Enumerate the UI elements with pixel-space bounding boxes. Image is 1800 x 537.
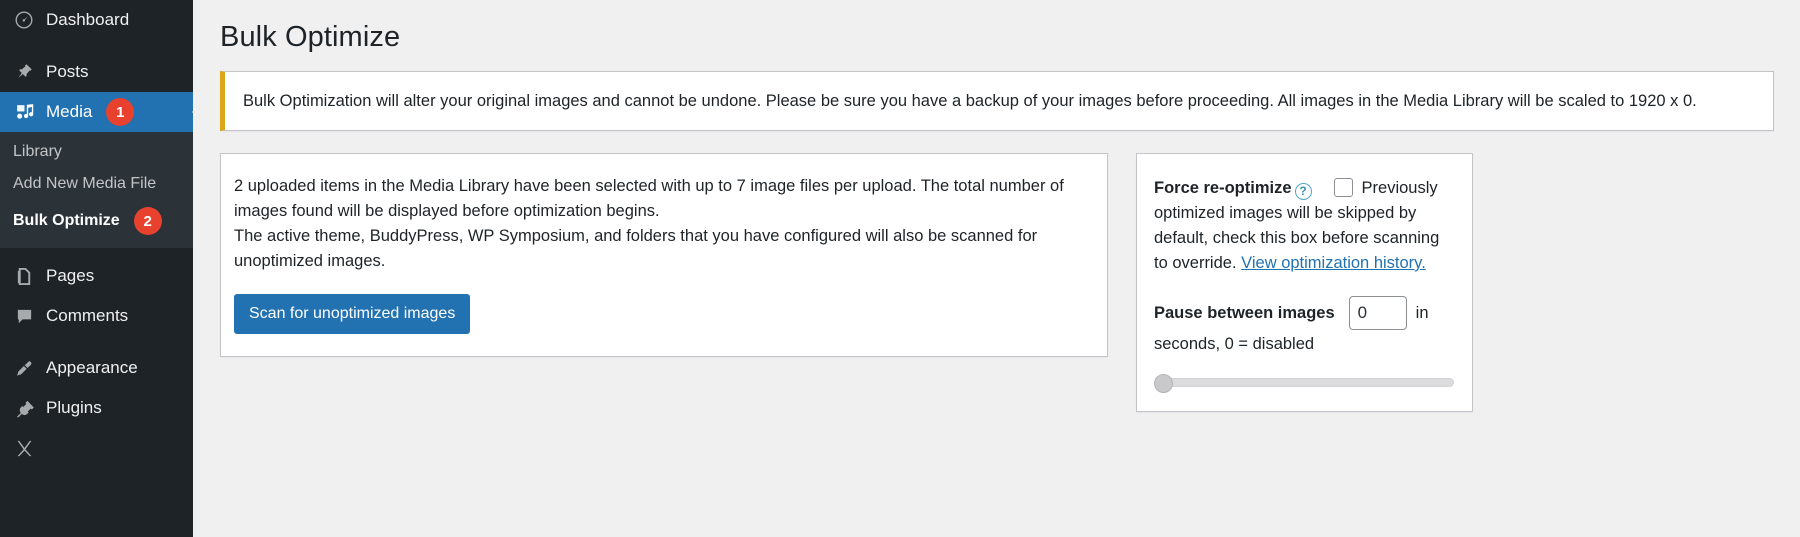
sidebar-item-label: Comments bbox=[46, 306, 129, 325]
sidebar-step-badge-1: 1 bbox=[106, 98, 135, 126]
pause-between-images-input[interactable] bbox=[1348, 296, 1407, 331]
pin-icon bbox=[10, 61, 38, 83]
pause-slider-wrap bbox=[1154, 374, 1456, 394]
force-reoptimize-label: Force re-optimize bbox=[1154, 178, 1292, 197]
sidebar-step-badge-2: 2 bbox=[133, 207, 162, 235]
wordpress-admin-screen: Dashboard Posts Media 1 Library Add New … bbox=[0, 0, 1800, 537]
sidebar-item-media[interactable]: Media 1 bbox=[0, 92, 193, 132]
brush-icon bbox=[10, 357, 38, 379]
pause-between-images-row: Pause between images in seconds, 0 = dis… bbox=[1154, 296, 1456, 357]
sidebar-item-partial-cutoff[interactable] bbox=[0, 428, 193, 468]
force-reoptimize-checkbox[interactable] bbox=[1333, 177, 1353, 197]
main-content: Bulk Optimize Bulk Optimization will alt… bbox=[193, 0, 1800, 537]
sidebar-item-pages[interactable]: Pages bbox=[0, 256, 193, 296]
scan-for-unoptimized-images-button[interactable]: Scan for unoptimized images bbox=[234, 294, 471, 335]
help-icon[interactable]: ? bbox=[1294, 182, 1312, 200]
sidebar-item-appearance[interactable]: Appearance bbox=[0, 348, 193, 388]
sidebar-subitem-label: Library bbox=[13, 143, 62, 160]
sidebar-item-library[interactable]: Library bbox=[0, 136, 193, 168]
pages-icon bbox=[10, 265, 38, 287]
dashboard-icon bbox=[10, 9, 38, 31]
scan-panel-line-2: The active theme, BuddyPress, WP Symposi… bbox=[234, 226, 1038, 270]
view-optimization-history-link[interactable]: View optimization history. bbox=[1241, 254, 1426, 272]
sidebar-item-bulk-optimize[interactable]: Bulk Optimize 2 bbox=[0, 200, 193, 242]
pause-between-images-label: Pause between images bbox=[1154, 303, 1335, 322]
sidebar-item-label: Media bbox=[46, 102, 93, 121]
scan-panel: 2 uploaded items in the Media Library ha… bbox=[220, 152, 1108, 358]
page-title: Bulk Optimize bbox=[220, 21, 401, 53]
sidebar-item-add-new-media-file[interactable]: Add New Media File bbox=[0, 168, 193, 200]
sidebar-item-label: Appearance bbox=[46, 358, 138, 377]
scissors-icon bbox=[10, 437, 38, 459]
comment-icon bbox=[10, 305, 38, 327]
pause-slider-track[interactable] bbox=[1154, 374, 1454, 394]
pause-slider-handle[interactable] bbox=[1154, 374, 1173, 394]
options-panel: Force re-optimize? Previously optimized i… bbox=[1136, 152, 1473, 413]
warning-notice: Bulk Optimization will alter your origin… bbox=[220, 70, 1774, 131]
pause-unit-text: in bbox=[1415, 303, 1429, 322]
sidebar-item-posts[interactable]: Posts bbox=[0, 52, 193, 92]
content-columns: 2 uploaded items in the Media Library ha… bbox=[220, 152, 1774, 413]
scan-panel-line-1: 2 uploaded items in the Media Library ha… bbox=[234, 176, 1064, 220]
sidebar-item-label: Dashboard bbox=[46, 10, 130, 29]
sidebar-item-dashboard[interactable]: Dashboard bbox=[0, 0, 193, 40]
sidebar-divider bbox=[0, 40, 193, 52]
media-icon bbox=[10, 101, 38, 123]
admin-sidebar: Dashboard Posts Media 1 Library Add New … bbox=[0, 0, 193, 537]
sidebar-item-label: Posts bbox=[46, 62, 89, 81]
plug-icon bbox=[10, 397, 38, 419]
sidebar-item-comments[interactable]: Comments bbox=[0, 296, 193, 336]
sidebar-item-label: Plugins bbox=[46, 398, 102, 417]
force-reoptimize-block: Force re-optimize? Previously optimized i… bbox=[1154, 176, 1456, 276]
sidebar-subitem-label: Bulk Optimize bbox=[13, 212, 120, 229]
sidebar-subitem-label: Add New Media File bbox=[13, 175, 157, 192]
sidebar-divider-2 bbox=[0, 336, 193, 348]
sidebar-item-plugins[interactable]: Plugins bbox=[0, 388, 193, 428]
sidebar-item-label: Pages bbox=[46, 266, 95, 285]
sidebar-submenu-media: Library Add New Media File Bulk Optimize… bbox=[0, 132, 193, 248]
warning-notice-text: Bulk Optimization will alter your origin… bbox=[243, 91, 1697, 110]
pause-sub-text: seconds, 0 = disabled bbox=[1154, 335, 1315, 354]
